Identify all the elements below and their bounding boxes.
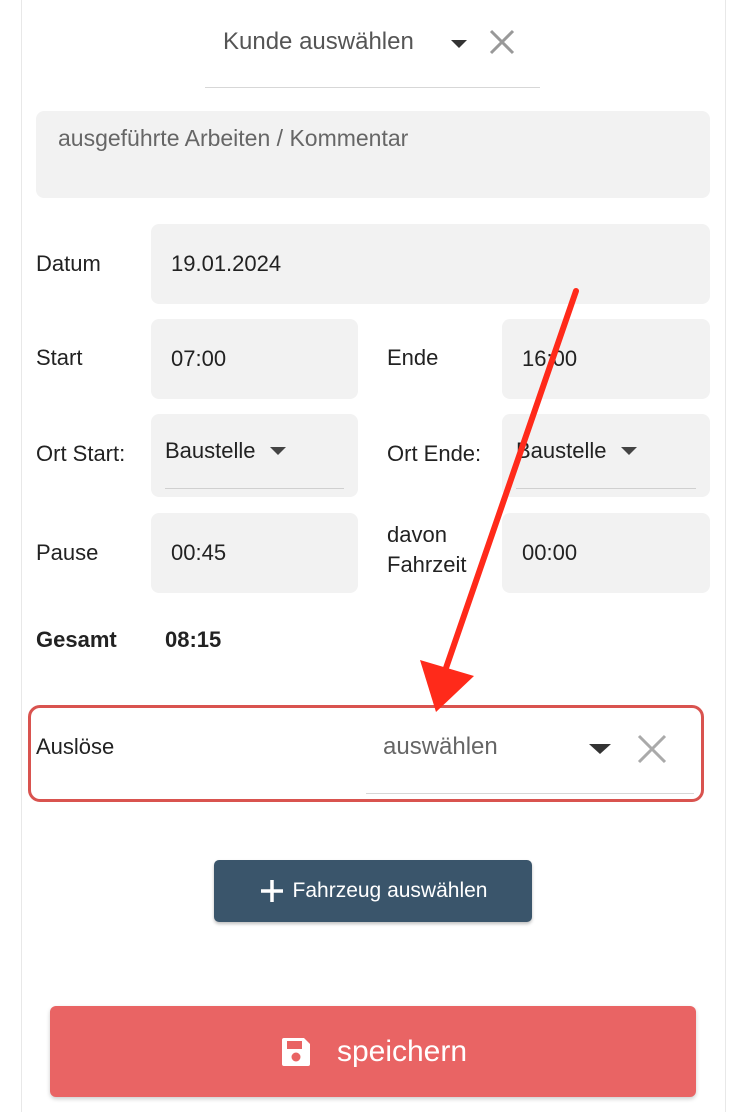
allowance-label: Auslöse <box>36 734 115 759</box>
plus-icon <box>259 878 285 904</box>
pause-label: Pause <box>36 540 99 565</box>
travel-time-value: 00:00 <box>522 540 578 565</box>
select-vehicle-button[interactable]: Fahrzeug auswählen <box>214 860 532 922</box>
allowance-select-underline <box>366 793 694 794</box>
date-value: 19.01.2024 <box>171 251 282 276</box>
start-time-value: 07:00 <box>171 346 227 371</box>
start-label: Start <box>36 345 83 370</box>
customer-select-underline <box>205 87 540 88</box>
date-input[interactable]: 19.01.2024 <box>151 224 710 304</box>
end-time-input[interactable]: 16:00 <box>502 319 710 399</box>
start-time-input[interactable]: 07:00 <box>151 319 358 399</box>
end-label: Ende <box>387 345 439 370</box>
travel-label-line1: davon <box>387 522 447 547</box>
date-label: Datum <box>36 251 101 276</box>
location-start-value: Baustelle <box>165 438 256 463</box>
location-end-value: Baustelle <box>516 438 607 463</box>
select-vehicle-label: Fahrzeug auswählen <box>292 879 488 902</box>
location-start-select[interactable]: Baustelle <box>151 414 358 497</box>
chevron-down-icon[interactable] <box>589 744 611 754</box>
total-label: Gesamt <box>36 627 117 652</box>
customer-select-placeholder: Kunde auswählen <box>223 28 414 55</box>
close-icon[interactable] <box>488 28 516 56</box>
comment-placeholder: ausgeführte Arbeiten / Kommentar <box>58 125 409 151</box>
chevron-down-icon[interactable] <box>451 40 467 48</box>
save-label: speichern <box>336 1034 468 1068</box>
allowance-placeholder: auswählen <box>383 733 498 760</box>
floppy-disk-icon <box>279 1035 313 1069</box>
chevron-down-icon[interactable] <box>269 447 286 455</box>
comment-textarea[interactable]: ausgeführte Arbeiten / Kommentar <box>36 111 710 198</box>
location-start-label: Ort Start: <box>36 441 126 466</box>
total-value: 08:15 <box>165 627 222 652</box>
pause-input[interactable]: 00:45 <box>151 513 358 593</box>
save-button[interactable]: speichern <box>50 1006 696 1097</box>
chevron-down-icon[interactable] <box>620 447 637 455</box>
location-end-select-inner: Baustelle <box>516 414 696 489</box>
location-start-select-inner: Baustelle <box>165 414 344 489</box>
location-end-select[interactable]: Baustelle <box>502 414 710 497</box>
travel-label-line2: Fahrzeit <box>387 552 467 577</box>
location-end-label: Ort Ende: <box>387 441 482 466</box>
close-icon[interactable] <box>636 733 668 765</box>
end-time-value: 16:00 <box>522 346 578 371</box>
travel-time-input[interactable]: 00:00 <box>502 513 710 593</box>
pause-value: 00:45 <box>171 540 227 565</box>
